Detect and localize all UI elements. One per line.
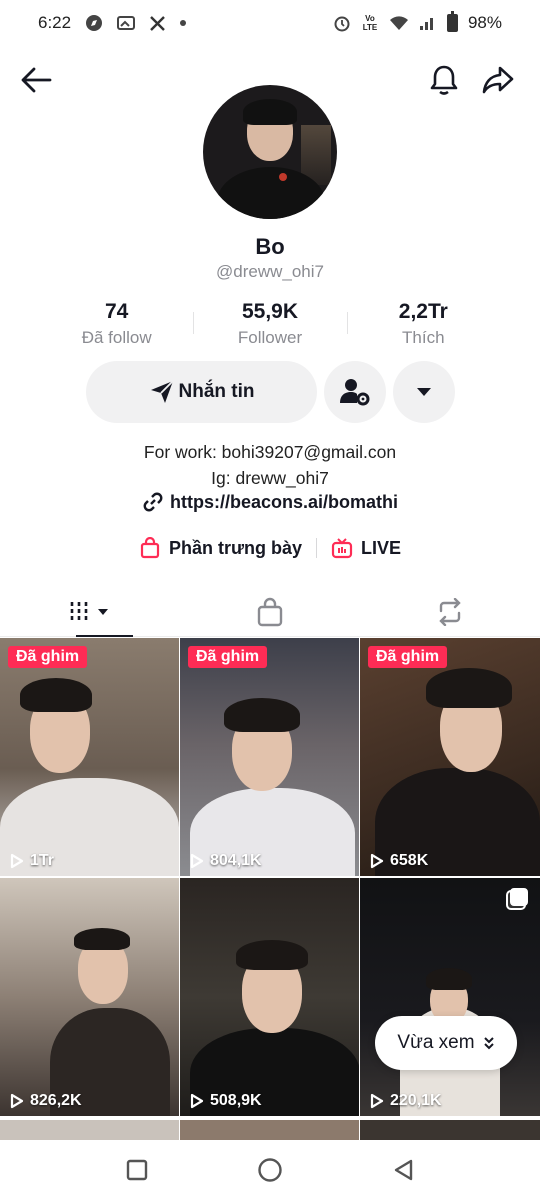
likes-count: 2,2Tr: [398, 300, 448, 323]
profile-bio: For work: bohi39207@gmail.con Ig: dreww_…: [0, 439, 540, 491]
live-button[interactable]: LIVE: [331, 537, 401, 559]
system-nav-bar: [0, 1140, 540, 1200]
followers-count: 55,9K: [241, 300, 299, 323]
circle-icon: [258, 1158, 282, 1182]
video-thumbnail[interactable]: 508,9K: [180, 878, 359, 1116]
play-icon: [370, 1093, 384, 1109]
video-thumbnail[interactable]: Đã ghim 804,1K: [180, 638, 359, 876]
showcase-label: Phần trưng bày: [168, 537, 303, 558]
avatar[interactable]: [203, 85, 337, 219]
battery-level: 98%: [467, 13, 502, 32]
play-icon: [10, 1093, 24, 1109]
view-count: 1Tr: [10, 852, 54, 870]
live-label: LIVE: [361, 537, 402, 558]
extras-divider: [316, 538, 318, 558]
caret-down-icon: [417, 388, 431, 396]
compass-icon: [85, 14, 103, 32]
profile-tabs: [0, 587, 540, 637]
bell-icon: [430, 65, 458, 95]
profile-link[interactable]: https://beacons.ai/bomathi: [0, 491, 540, 513]
bio-line-ig: Ig: dreww_ohi7: [211, 468, 329, 488]
system-back-button[interactable]: [381, 1148, 425, 1192]
link-icon: [143, 492, 163, 512]
message-button[interactable]: Nhắn tin: [86, 361, 317, 423]
double-chevron-down-icon: [483, 1037, 494, 1050]
x-logo-icon: [149, 15, 166, 32]
message-button-label: Nhắn tin: [178, 381, 255, 402]
video-grid-next-row: [0, 1120, 540, 1140]
following-count: 74: [104, 300, 129, 323]
video-thumbnail[interactable]: Đã ghim 658K: [360, 638, 540, 876]
recent-apps-button[interactable]: [115, 1148, 159, 1192]
profile-stats: 74 Đã follow 55,9K Follower 2,2Tr Thích: [40, 300, 500, 348]
video-thumbnail[interactable]: 826,2K: [0, 878, 179, 1116]
user-settings-icon: [340, 379, 370, 406]
profile-handle: @dreww_ohi7: [216, 262, 324, 281]
tv-icon: [331, 538, 353, 559]
tab-reposts[interactable]: [360, 587, 540, 636]
recently-viewed-button[interactable]: Vừa xem: [375, 1016, 517, 1070]
manage-friend-button[interactable]: [324, 361, 386, 423]
profile-link-text: https://beacons.ai/bomathi: [169, 491, 399, 512]
share-icon: [482, 66, 514, 94]
repost-icon: [439, 597, 461, 626]
pinned-badge: Đã ghim: [8, 646, 88, 668]
likes-label: Thích: [402, 328, 445, 347]
share-button[interactable]: [476, 58, 520, 102]
volte-icon: Vo LTE: [362, 14, 378, 32]
recently-viewed-label: Vừa xem: [397, 1032, 475, 1053]
profile-actions: Nhắn tin: [86, 361, 455, 423]
video-grid-icon: [70, 601, 108, 622]
alarm-icon: [333, 14, 351, 32]
play-icon: [370, 853, 384, 869]
view-count: 220,1K: [370, 1092, 442, 1110]
view-count: 804,1K: [190, 852, 262, 870]
signal-icon: [419, 15, 437, 31]
pinned-badge: Đã ghim: [188, 646, 268, 668]
shopping-bag-icon: [140, 537, 160, 559]
video-thumbnail[interactable]: Đã ghim 1Tr: [0, 638, 179, 876]
profile-name: Bo: [255, 234, 285, 259]
back-arrow-icon: [21, 67, 52, 93]
view-count: 826,2K: [10, 1092, 82, 1110]
status-bar: 6:22 Vo LTE 98%: [0, 0, 540, 46]
following-stat[interactable]: 74 Đã follow: [40, 300, 193, 348]
pinned-badge: Đã ghim: [368, 646, 448, 668]
followers-stat[interactable]: 55,9K Follower: [193, 300, 346, 348]
status-time: 6:22: [38, 13, 72, 32]
image-icon: [117, 15, 136, 31]
video-thumbnail-partial[interactable]: [0, 1120, 179, 1140]
tab-videos[interactable]: [0, 587, 180, 637]
bio-line-work: For work: bohi39207@gmail.con: [143, 442, 397, 462]
video-thumbnail-partial[interactable]: [360, 1120, 540, 1140]
back-button[interactable]: [14, 58, 58, 102]
view-count: 508,9K: [190, 1092, 262, 1110]
home-button[interactable]: [248, 1148, 292, 1192]
play-icon: [190, 853, 204, 869]
square-icon: [126, 1159, 147, 1181]
view-count: 658K: [370, 852, 428, 870]
more-options-button[interactable]: [393, 361, 455, 423]
wifi-icon: [389, 15, 409, 31]
play-icon: [190, 1093, 204, 1109]
notification-dot-icon: [180, 20, 187, 26]
video-thumbnail[interactable]: 220,1K: [360, 878, 540, 1116]
triangle-back-icon: [395, 1159, 413, 1181]
send-icon: [150, 380, 174, 403]
battery-icon: [446, 11, 458, 32]
profile-extras: Phần trưng bày LIVE: [0, 537, 540, 559]
video-thumbnail-partial[interactable]: [180, 1120, 359, 1140]
play-icon: [10, 853, 24, 869]
showcase-button[interactable]: Phần trưng bày: [139, 537, 302, 559]
notifications-button[interactable]: [422, 58, 466, 102]
likes-stat[interactable]: 2,2Tr Thích: [346, 300, 500, 348]
followers-label: Follower: [237, 328, 303, 347]
following-label: Đã follow: [81, 328, 152, 347]
tab-shop[interactable]: [180, 587, 360, 636]
shopping-bag-outline-icon: [257, 597, 283, 626]
multi-photo-icon: [510, 888, 528, 906]
